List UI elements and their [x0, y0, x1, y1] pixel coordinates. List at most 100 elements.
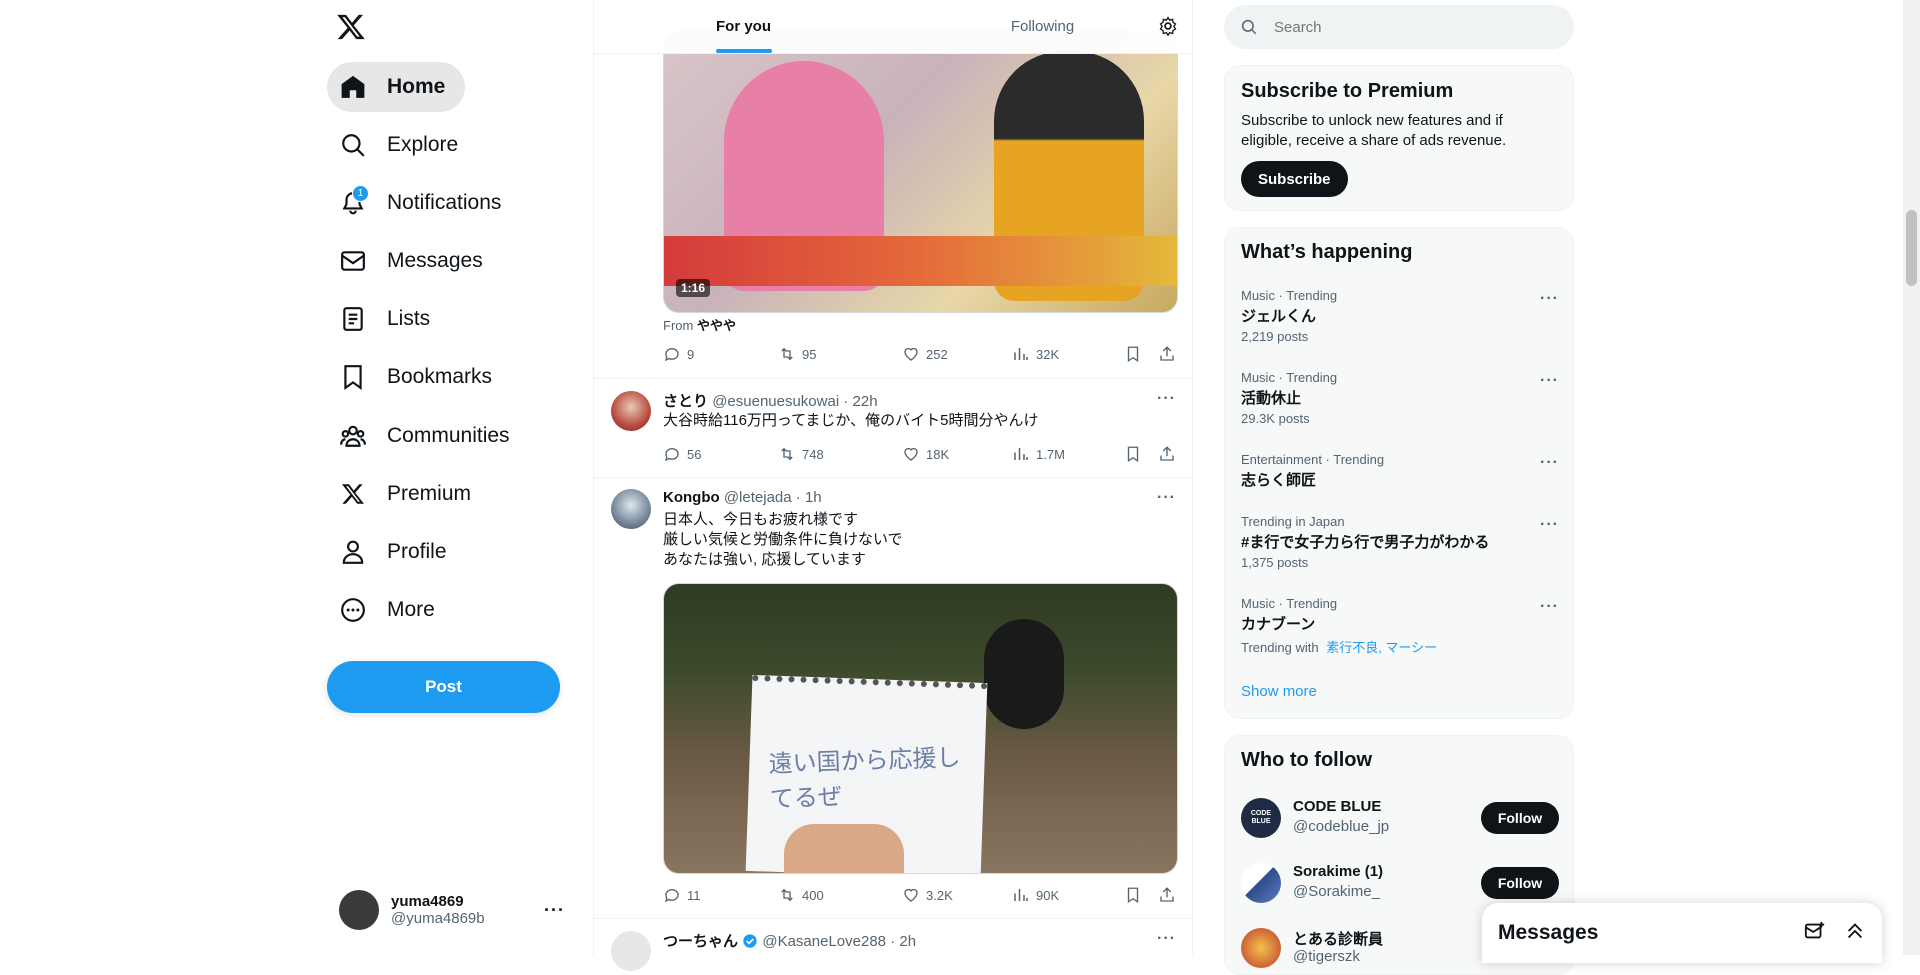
nav-item-home[interactable]: Home	[327, 62, 466, 112]
like-button[interactable]: 18K	[902, 445, 1012, 463]
trend-title: 活動休止	[1241, 390, 1302, 407]
avatar[interactable]	[611, 391, 651, 431]
tweet-author-handle[interactable]: @KasaneLove288	[762, 933, 886, 950]
tweet-time[interactable]: 1h	[805, 489, 822, 506]
bookmark-icon	[1127, 887, 1139, 904]
tweet-author-handle[interactable]: @esuenuesukowai	[712, 393, 839, 410]
reply-count: 9	[687, 346, 695, 362]
trend-title: #ま行で女子力ら行で男子力がわかる	[1241, 534, 1490, 551]
tweet-time[interactable]: 22h	[853, 393, 878, 410]
trending-with-label: Trending with	[1241, 640, 1319, 655]
tab-label: Following	[1010, 18, 1075, 35]
repost-button[interactable]: 95	[778, 345, 902, 363]
bookmark-button[interactable]	[1124, 345, 1158, 363]
repost-icon	[781, 347, 793, 361]
scrollbar-thumb[interactable]	[1906, 210, 1917, 286]
nav-item-bookmarks[interactable]: Bookmarks	[327, 352, 512, 402]
like-button[interactable]: 252	[902, 345, 1012, 363]
search-bar[interactable]	[1224, 5, 1574, 49]
trend-category: Entertainment · Trending	[1241, 452, 1385, 467]
bookmark-button[interactable]	[1124, 886, 1158, 904]
views-button[interactable]: 32K	[1012, 345, 1124, 363]
more-dots-icon[interactable]: ···	[1540, 598, 1559, 616]
tweet-author-name[interactable]: Kongbo	[663, 489, 720, 506]
share-button[interactable]	[1158, 445, 1176, 463]
subscribe-button[interactable]: Subscribe	[1241, 161, 1348, 197]
post-button[interactable]: Post	[327, 661, 560, 713]
more-dots-icon[interactable]: ···	[1540, 372, 1559, 390]
nav-item-messages[interactable]: Messages	[327, 236, 503, 286]
more-dots-icon[interactable]: ···	[1540, 516, 1559, 534]
follow-suggestion[interactable]: CODE BLUE CODE BLUE @codeblue_jp Follow	[1241, 796, 1559, 840]
tweet-author-handle[interactable]: @letejada	[724, 489, 792, 506]
tweet-author-name[interactable]: つーちゃん	[663, 933, 738, 950]
tweet-author-name[interactable]: さとり	[663, 393, 708, 410]
chevron-up-double-icon[interactable]	[1844, 920, 1866, 947]
nav-label: More	[387, 598, 435, 621]
divider	[594, 918, 1192, 919]
tab-following[interactable]: Following	[893, 0, 1192, 53]
tab-for-you[interactable]: For you	[594, 0, 893, 53]
reply-button[interactable]: 9	[663, 345, 778, 363]
views-count: 90K	[1036, 887, 1060, 903]
more-dots-icon[interactable]: ···	[1540, 454, 1559, 472]
reply-icon	[664, 889, 679, 903]
account-switcher[interactable]: yuma4869 @yuma4869b ···	[327, 880, 577, 940]
follow-button[interactable]: Follow	[1481, 802, 1559, 834]
nav-label: Lists	[387, 307, 431, 330]
more-dots-icon[interactable]: ···	[1540, 290, 1559, 308]
trend-item[interactable]: Music · Trending カナブーン Trending with 素行不…	[1241, 596, 1559, 656]
bookmark-button[interactable]	[1124, 445, 1158, 463]
show-more-link[interactable]: Show more	[1241, 683, 1317, 700]
tweet-header: さとり @esuenuesukowai · 22h ···	[663, 390, 1176, 410]
share-icon	[1160, 446, 1174, 461]
trend-item[interactable]: Music · Trending 活動休止 29.3K posts ···	[1241, 370, 1559, 426]
reply-button[interactable]: 56	[663, 445, 778, 463]
nav-item-communities[interactable]: Communities	[327, 411, 530, 461]
nav-label: Communities	[387, 424, 510, 447]
share-button[interactable]	[1158, 886, 1176, 904]
trend-item[interactable]: Entertainment · Trending 志らく師匠 ···	[1241, 452, 1559, 490]
nav-item-more[interactable]: More	[327, 585, 455, 635]
gear-icon[interactable]	[1158, 16, 1178, 41]
search-input[interactable]	[1272, 17, 1546, 37]
more-dots-icon[interactable]: ···	[1157, 390, 1176, 408]
tweet-header: つーちゃん @KasaneLove288 · 2h ···	[663, 930, 1176, 950]
nav-item-premium[interactable]: Premium	[327, 469, 491, 519]
trend-count: 1,375 posts	[1241, 555, 1309, 570]
more-dots-icon[interactable]: ···	[1157, 489, 1176, 507]
avatar[interactable]	[611, 489, 651, 529]
tweet-image[interactable]: 遠い国から応援してるぜ	[663, 583, 1178, 874]
scrollbar[interactable]	[1903, 0, 1920, 955]
messages-drawer[interactable]: Messages	[1482, 903, 1882, 963]
repost-button[interactable]: 400	[778, 886, 902, 904]
share-button[interactable]	[1158, 345, 1176, 363]
more-dots-icon[interactable]: ···	[544, 900, 565, 921]
views-button[interactable]: 90K	[1012, 886, 1124, 904]
home-icon	[339, 73, 367, 101]
trend-count: 29.3K posts	[1241, 411, 1310, 426]
search-icon	[339, 131, 367, 159]
trend-item[interactable]: Trending in Japan #ま行で女子力ら行で男子力がわかる 1,37…	[1241, 514, 1559, 570]
trend-item[interactable]: Music · Trending ジェルくん 2,219 posts ···	[1241, 288, 1559, 344]
video-source-name[interactable]: ややや	[697, 318, 736, 333]
x-logo-icon[interactable]	[336, 12, 368, 44]
new-message-icon[interactable]	[1804, 920, 1826, 947]
repost-button[interactable]: 748	[778, 445, 902, 463]
reply-button[interactable]: 11	[663, 886, 778, 904]
trending-with-links[interactable]: 素行不良, マーシー	[1326, 640, 1437, 655]
nav-item-notifications[interactable]: 1 Notifications	[327, 178, 521, 228]
avatar[interactable]	[611, 931, 651, 971]
follow-button[interactable]: Follow	[1481, 867, 1559, 899]
tweet-time[interactable]: 2h	[899, 933, 916, 950]
more-dots-icon[interactable]: ···	[1157, 930, 1176, 948]
like-button[interactable]: 3.2K	[902, 886, 1012, 904]
user-name: とある診断員	[1293, 931, 1384, 948]
tweet-video[interactable]: 1:16	[663, 30, 1178, 313]
nav-item-profile[interactable]: Profile	[327, 527, 467, 577]
follow-suggestion[interactable]: Sorakime (1) @Sorakime_ Follow	[1241, 861, 1559, 905]
section-title: Who to follow	[1241, 749, 1373, 771]
nav-item-lists[interactable]: Lists	[327, 294, 450, 344]
views-button[interactable]: 1.7M	[1012, 445, 1124, 463]
nav-item-explore[interactable]: Explore	[327, 120, 478, 170]
